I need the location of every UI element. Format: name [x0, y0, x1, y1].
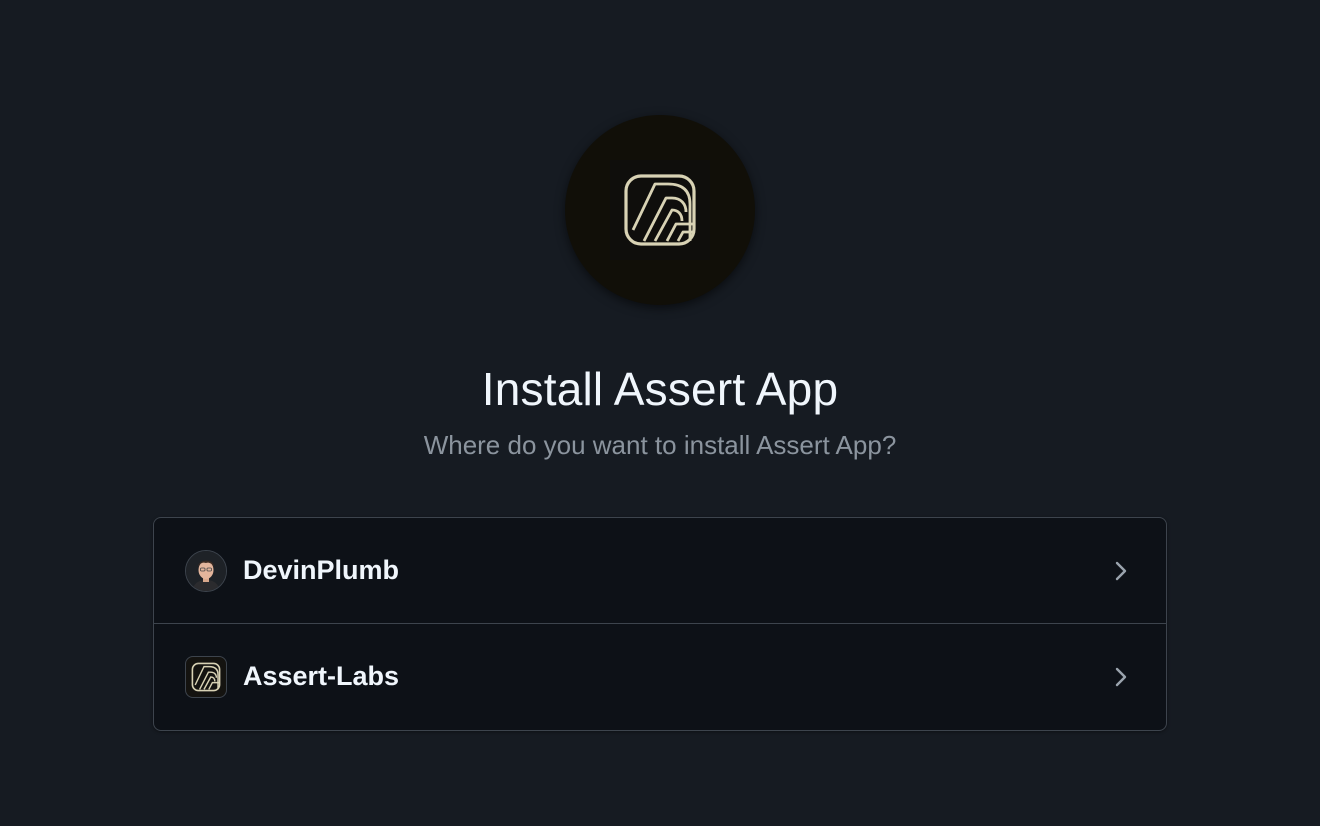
- target-name: DevinPlumb: [243, 555, 400, 585]
- assert-app-logo-icon: [610, 160, 710, 260]
- user-avatar: [185, 549, 227, 592]
- page-title: Install Assert App: [481, 363, 839, 415]
- target-name: Assert-Labs: [243, 661, 400, 691]
- assert-labs-org-logo-icon: [185, 655, 227, 698]
- install-app-page: Install Assert App Where do you want to …: [0, 0, 1320, 826]
- chevron-right-icon: [1115, 561, 1127, 580]
- page-subtitle: Where do you want to install Assert App?: [423, 430, 897, 460]
- install-target-devinplumb[interactable]: DevinPlumb: [154, 518, 1166, 623]
- install-target-assert-labs[interactable]: Assert-Labs: [154, 623, 1166, 729]
- install-target-list: DevinPlumb Assert-Labs: [153, 517, 1167, 731]
- chevron-right-icon: [1115, 667, 1127, 686]
- app-logo-badge: [565, 115, 755, 305]
